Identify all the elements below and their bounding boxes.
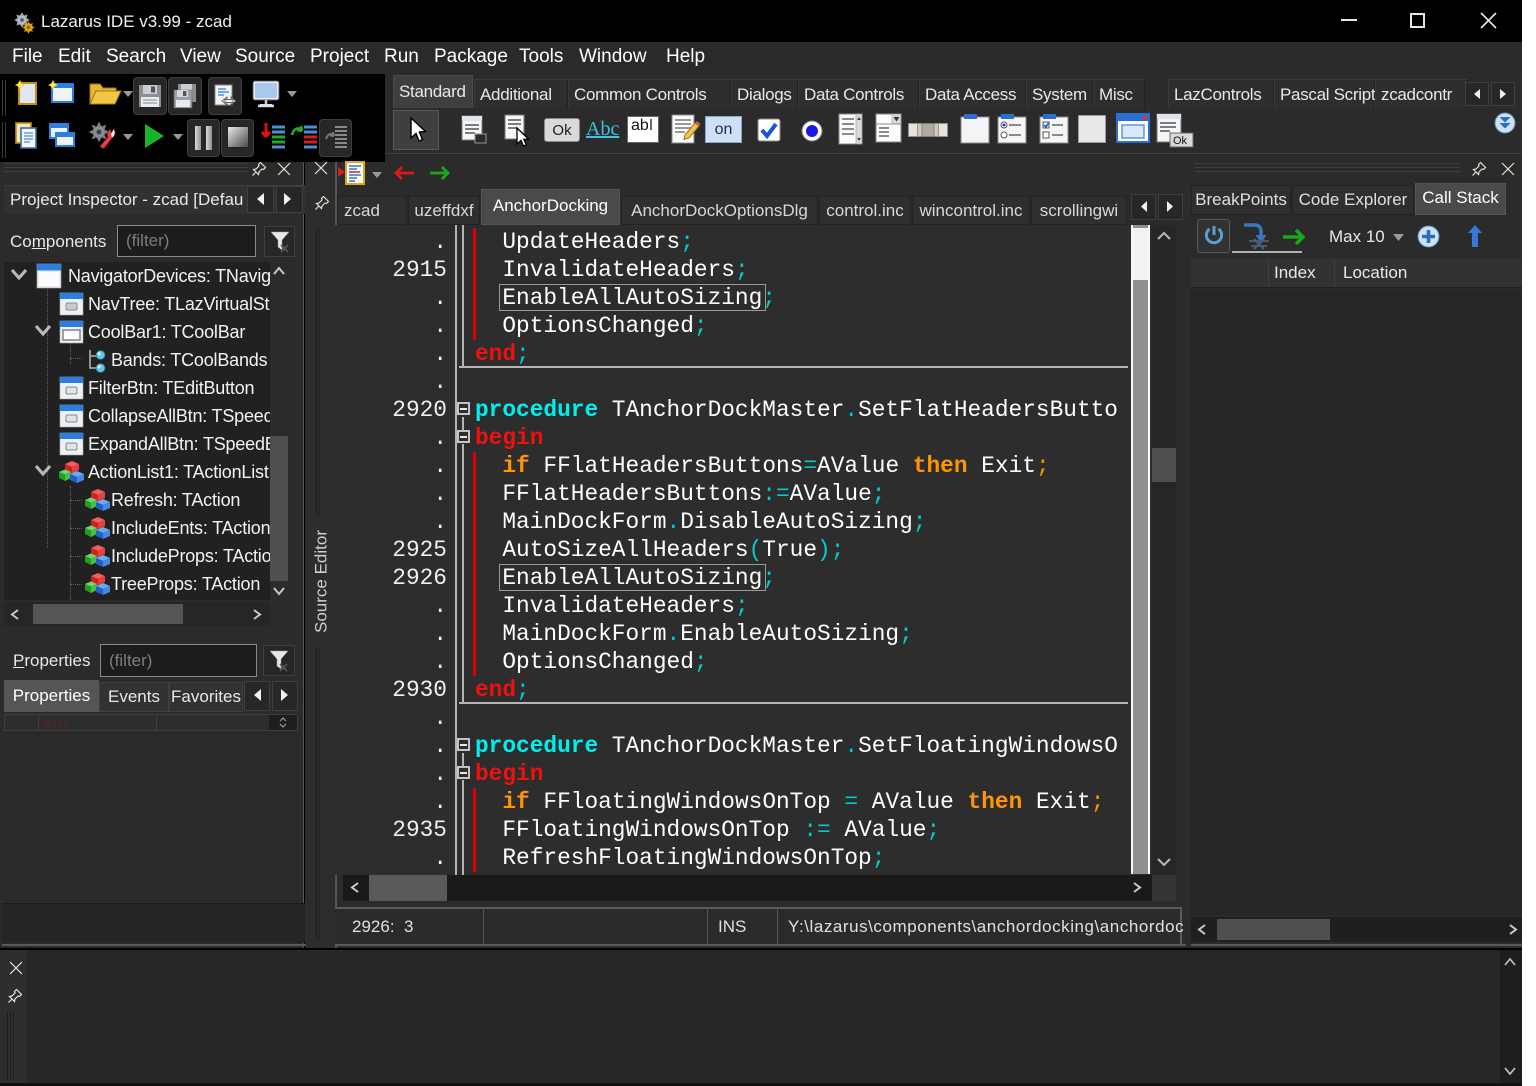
svg-text:Ok: Ok — [1173, 135, 1188, 147]
